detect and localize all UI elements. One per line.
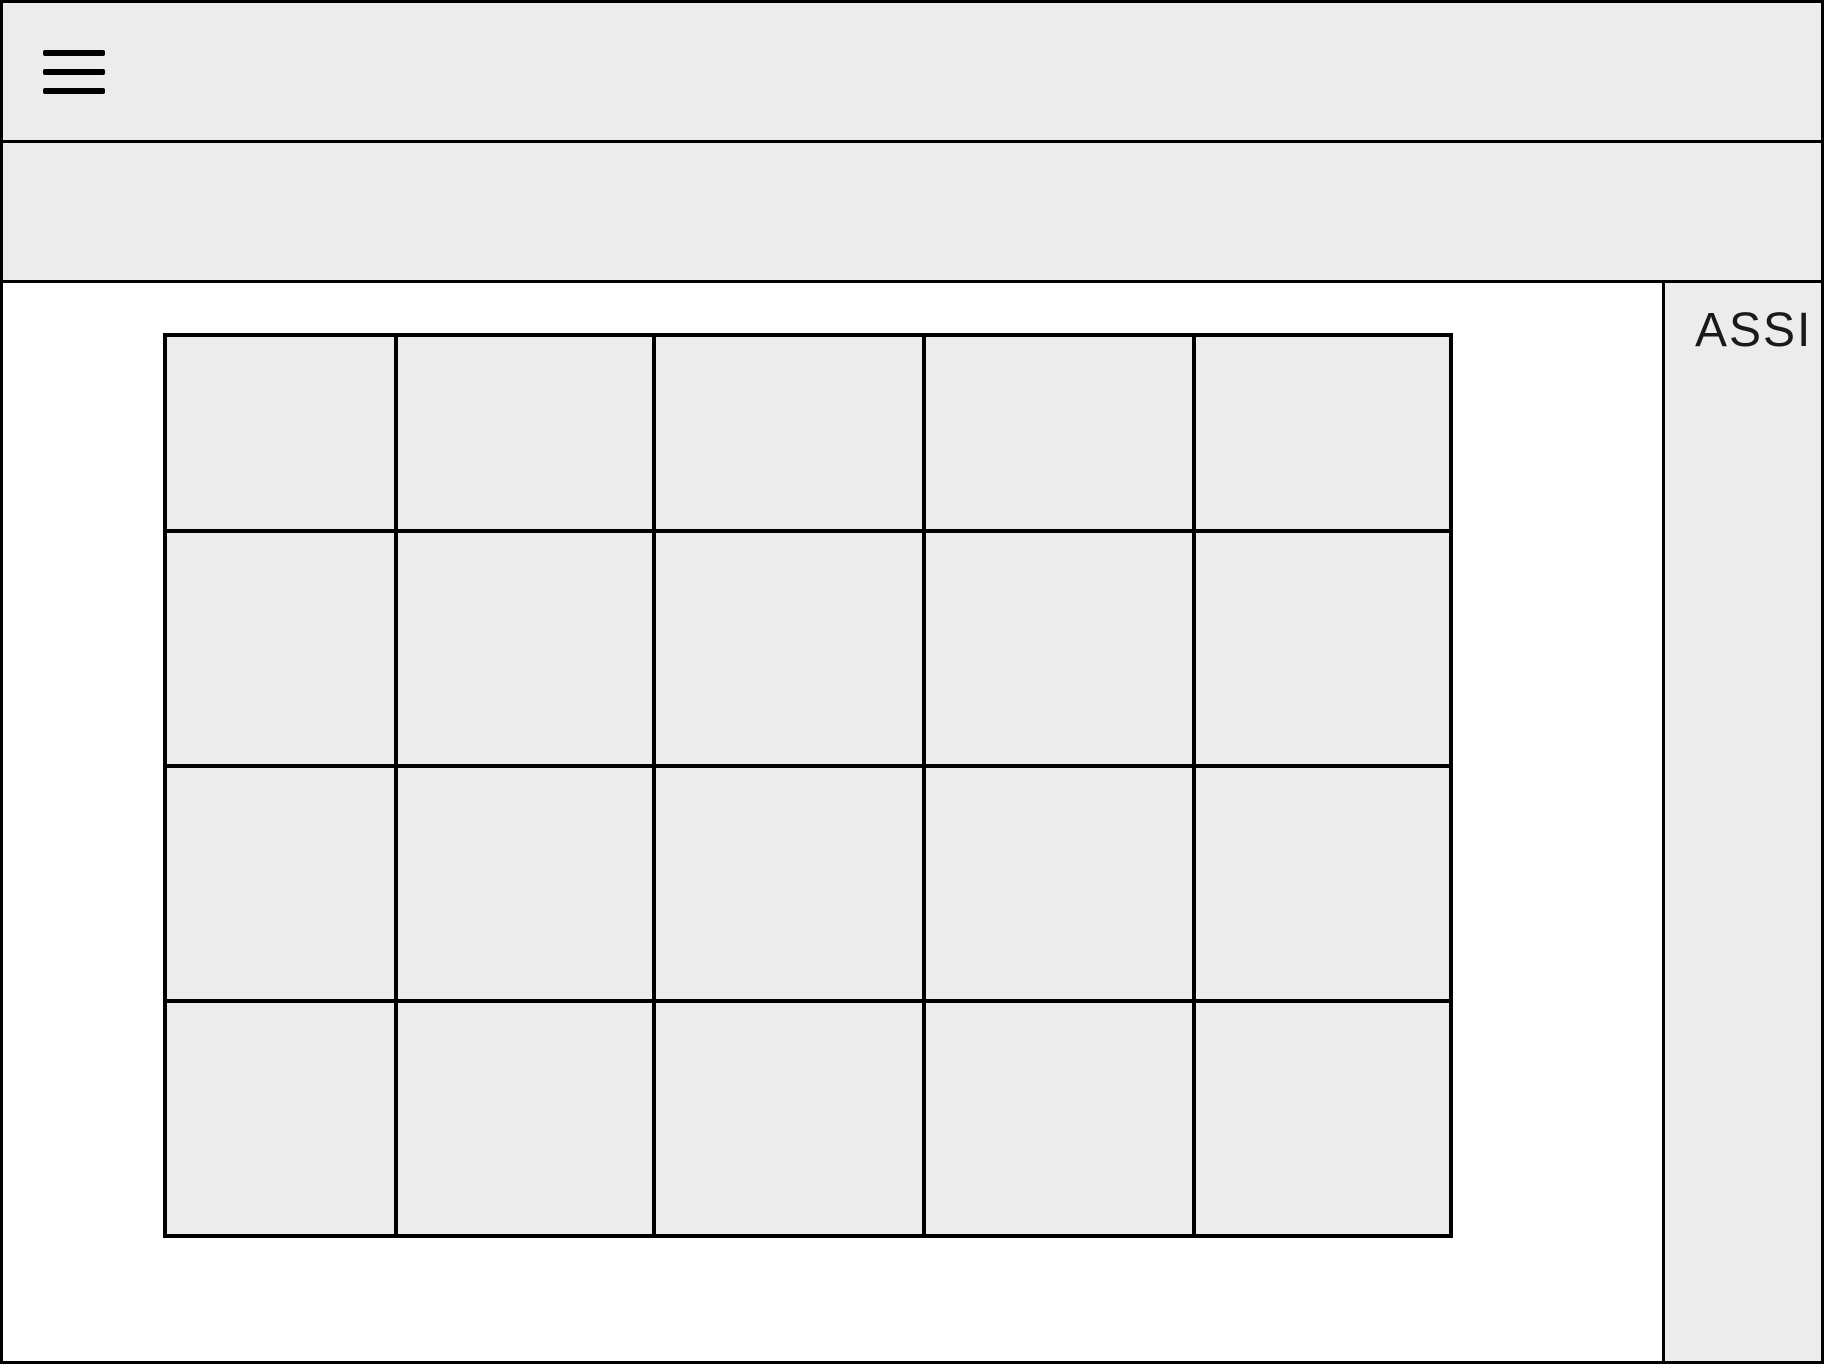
grid-cell[interactable] — [924, 335, 1194, 531]
sidebar-right: ASSI — [1665, 283, 1821, 1361]
grid-cell[interactable] — [396, 1001, 653, 1236]
grid-cell[interactable] — [165, 1001, 396, 1236]
app-frame: ASSI — [0, 0, 1824, 1364]
content-row: ASSI — [3, 283, 1821, 1361]
table-row — [165, 1001, 1451, 1236]
grid-cell[interactable] — [924, 766, 1194, 1001]
grid-cell[interactable] — [396, 531, 653, 766]
grid-cell[interactable] — [924, 531, 1194, 766]
grid-cell[interactable] — [654, 1001, 924, 1236]
table-row — [165, 766, 1451, 1001]
grid-cell[interactable] — [396, 335, 653, 531]
sidebar-title: ASSI — [1695, 303, 1821, 358]
grid-cell[interactable] — [924, 1001, 1194, 1236]
table-row — [165, 335, 1451, 531]
grid-cell[interactable] — [1194, 1001, 1451, 1236]
grid-cell[interactable] — [165, 766, 396, 1001]
grid-cell[interactable] — [396, 766, 653, 1001]
main-area — [3, 283, 1665, 1361]
grid-cell[interactable] — [165, 335, 396, 531]
grid-cell[interactable] — [1194, 335, 1451, 531]
grid-cell[interactable] — [654, 766, 924, 1001]
grid-cell[interactable] — [654, 531, 924, 766]
grid-cell[interactable] — [1194, 531, 1451, 766]
grid-cell[interactable] — [1194, 766, 1451, 1001]
grid-cell[interactable] — [165, 531, 396, 766]
data-grid — [163, 333, 1453, 1238]
subheader-bar — [3, 143, 1821, 283]
table-row — [165, 531, 1451, 766]
header-bar — [3, 3, 1821, 143]
grid-cell[interactable] — [654, 335, 924, 531]
hamburger-menu-icon[interactable] — [43, 50, 105, 94]
